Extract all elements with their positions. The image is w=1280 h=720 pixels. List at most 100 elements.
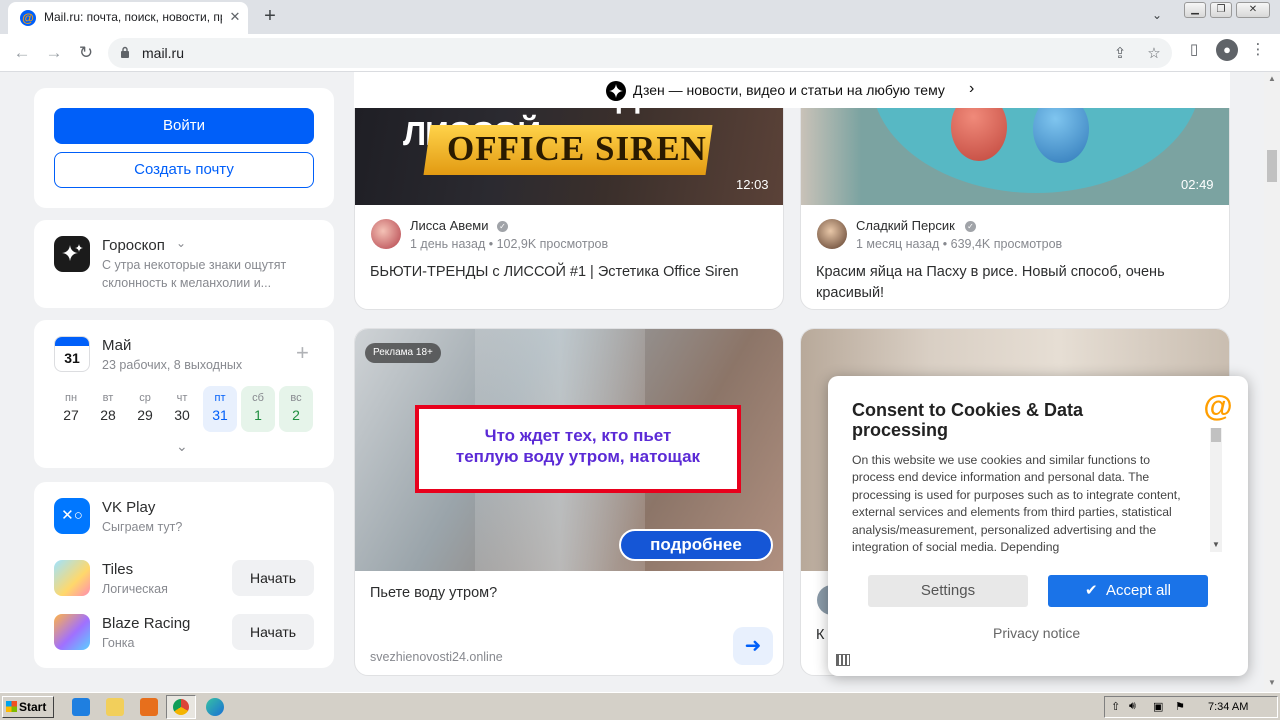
calendar-day[interactable]: вт 28	[91, 386, 125, 432]
accept-label: Accept all	[1105, 582, 1171, 599]
media-player-icon[interactable]	[140, 698, 158, 716]
bookmark-star-icon[interactable]: ☆	[1144, 44, 1164, 64]
start-game-button[interactable]: Начать	[232, 614, 314, 650]
calendar-day-weekend[interactable]: сб 1	[241, 386, 275, 432]
vkplay-subtitle: Сыграем тут?	[102, 520, 183, 534]
author-name[interactable]: Сладкий Персик	[856, 218, 955, 233]
ie-icon[interactable]	[72, 698, 90, 716]
calendar-day[interactable]: чт 30	[165, 386, 199, 432]
ad-headline-box: Что ждет тех, кто пьет теплую воду утром…	[415, 405, 741, 493]
horoscope-title: Гороскоп	[102, 237, 165, 254]
scroll-up-arrow-icon[interactable]: ▲	[1268, 74, 1276, 83]
horoscope-sparkle-icon	[54, 236, 90, 272]
profile-avatar-icon[interactable]: ●	[1216, 39, 1238, 61]
consent-scrollbar[interactable]: ▼	[1210, 428, 1222, 552]
game-name: Tiles	[102, 561, 134, 578]
calendar-expand-chevron-icon[interactable]: ⌄	[176, 438, 188, 455]
mailru-at-logo-icon: @	[1203, 390, 1233, 423]
consent-body: On this website we use cookies and simil…	[852, 453, 1181, 554]
windows-logo-icon	[6, 701, 17, 712]
arrow-right-icon[interactable]: ➜	[733, 627, 773, 665]
address-bar[interactable]: mail.ru ⇪ ☆	[108, 38, 1172, 68]
author-avatar[interactable]	[371, 219, 401, 249]
start-game-button[interactable]: Начать	[232, 560, 314, 596]
ad-title[interactable]: Пьете воду утром?	[370, 583, 497, 604]
calendar-icon-day: 31	[64, 350, 80, 366]
forward-arrow-icon[interactable]: →	[42, 42, 66, 64]
side-panel-icon[interactable]: ▯	[1184, 40, 1204, 60]
video-title[interactable]: К	[816, 625, 824, 646]
add-event-button[interactable]: +	[296, 340, 309, 366]
privacy-notice-link[interactable]: Privacy notice	[993, 625, 1080, 641]
video-title-line2[interactable]: красивый!	[816, 283, 884, 304]
new-tab-button[interactable]: +	[258, 4, 282, 28]
dzen-logo-icon	[606, 81, 626, 101]
chevron-down-icon[interactable]: ⌄	[176, 236, 186, 250]
chrome-icon	[173, 699, 189, 715]
blaze-racing-game-icon[interactable]	[54, 614, 90, 650]
speaker-icon[interactable]: 🔊︎	[1129, 700, 1136, 713]
window-close-button[interactable]: ✕	[1236, 2, 1270, 18]
ad-image[interactable]: Реклама 18+ Что ждет тех, кто пьет теплу…	[355, 329, 783, 571]
ad-card[interactable]: Реклама 18+ Что ждет тех, кто пьет теплу…	[354, 328, 784, 676]
thumbnail-caption: OFFICE SIREN	[447, 129, 707, 168]
consent-settings-button[interactable]: Settings	[868, 575, 1028, 607]
action-center-flag-icon[interactable]: ⚑	[1175, 700, 1185, 713]
consent-scrollbar-thumb[interactable]	[1211, 428, 1221, 442]
dzen-chevron-icon[interactable]: ›	[969, 80, 974, 98]
network-icon[interactable]: ▣	[1153, 700, 1163, 713]
consent-accept-all-button[interactable]: ✔ Accept all	[1048, 575, 1208, 607]
edge-icon[interactable]	[206, 698, 224, 716]
ad-domain[interactable]: svezhienovosti24.online	[370, 650, 503, 664]
scroll-down-arrow-icon[interactable]: ▼	[1268, 678, 1276, 687]
ad-badge: Реклама 18+	[365, 343, 441, 363]
start-button[interactable]: Start	[2, 696, 54, 718]
share-icon[interactable]: ⇪	[1110, 44, 1130, 64]
window-restore-button[interactable]: ❐	[1210, 2, 1232, 18]
video-title-line1[interactable]: Красим яйца на Пасху в рисе. Новый спосо…	[816, 262, 1165, 283]
menu-kebab-icon[interactable]: ⋮	[1248, 40, 1268, 60]
game-name: Blaze Racing	[102, 615, 191, 632]
scrollbar-thumb[interactable]	[1267, 150, 1277, 182]
video-meta: 1 месяц назад • 639,4K просмотров	[856, 237, 1063, 251]
lock-icon	[121, 46, 129, 58]
tray-arrow-icon[interactable]: ⇧	[1111, 700, 1120, 713]
page-scrollbar[interactable]: ▲ ▼	[1264, 72, 1280, 692]
horoscope-card[interactable]: Гороскоп ⌄ С утра некоторые знаки ощутят…	[34, 220, 334, 308]
calendar-day-today[interactable]: пт 31	[203, 386, 237, 432]
calendar-day[interactable]: пн 27	[54, 386, 88, 432]
cookie-consent-dialog: @ Consent to Cookies & Data processing O…	[828, 376, 1248, 676]
video-meta: 1 день назад • 102,9K просмотров	[410, 237, 609, 251]
start-label: Start	[19, 700, 47, 714]
checkmark-icon: ✔	[1085, 582, 1098, 599]
calendar-icon: 31	[54, 336, 90, 372]
tab-search-chevron-icon[interactable]: ⌄	[1152, 8, 1162, 22]
calendar-day-weekend[interactable]: вс 2	[279, 386, 313, 432]
create-mail-button[interactable]: Создать почту	[54, 152, 314, 188]
login-button[interactable]: Войти	[54, 108, 314, 144]
tiles-game-icon[interactable]	[54, 560, 90, 596]
author-avatar[interactable]	[817, 219, 847, 249]
reload-icon[interactable]: ↻	[74, 42, 98, 64]
dzen-header: Дзен — новости, видео и статьи на любую …	[354, 72, 1230, 108]
video-title[interactable]: БЬЮТИ-ТРЕНДЫ с ЛИССОЙ #1 | Эстетика Offi…	[370, 262, 739, 283]
vkplay-title[interactable]: VK Play	[102, 499, 155, 516]
folder-icon[interactable]	[106, 698, 124, 716]
ad-headline-line1: Что ждет тех, кто пьет	[484, 426, 672, 445]
author-name[interactable]: Лисса Авеми	[410, 218, 489, 233]
back-arrow-icon[interactable]: ←	[10, 42, 34, 64]
verified-check-icon: ✓	[965, 221, 976, 232]
tab-title: Mail.ru: почта, поиск, новости, пр	[44, 10, 222, 24]
verified-check-icon: ✓	[497, 221, 508, 232]
ad-cta-button[interactable]: подробнее	[619, 529, 773, 561]
auth-card: Войти Создать почту	[34, 88, 334, 208]
horoscope-text-line1: С утра некоторые знаки ощутят	[102, 258, 287, 272]
dzen-link[interactable]: Дзен — новости, видео и статьи на любую …	[633, 82, 945, 98]
browser-tab[interactable]: @ Mail.ru: почта, поиск, новости, пр ✕	[8, 2, 248, 34]
chrome-taskbar-button[interactable]	[166, 695, 196, 719]
calendar-day[interactable]: ср 29	[128, 386, 162, 432]
tab-close-icon[interactable]: ✕	[226, 8, 244, 26]
window-minimize-button[interactable]: ▁	[1184, 2, 1206, 18]
url-text: mail.ru	[142, 45, 185, 61]
consent-scroll-down-icon[interactable]: ▼	[1212, 540, 1220, 549]
